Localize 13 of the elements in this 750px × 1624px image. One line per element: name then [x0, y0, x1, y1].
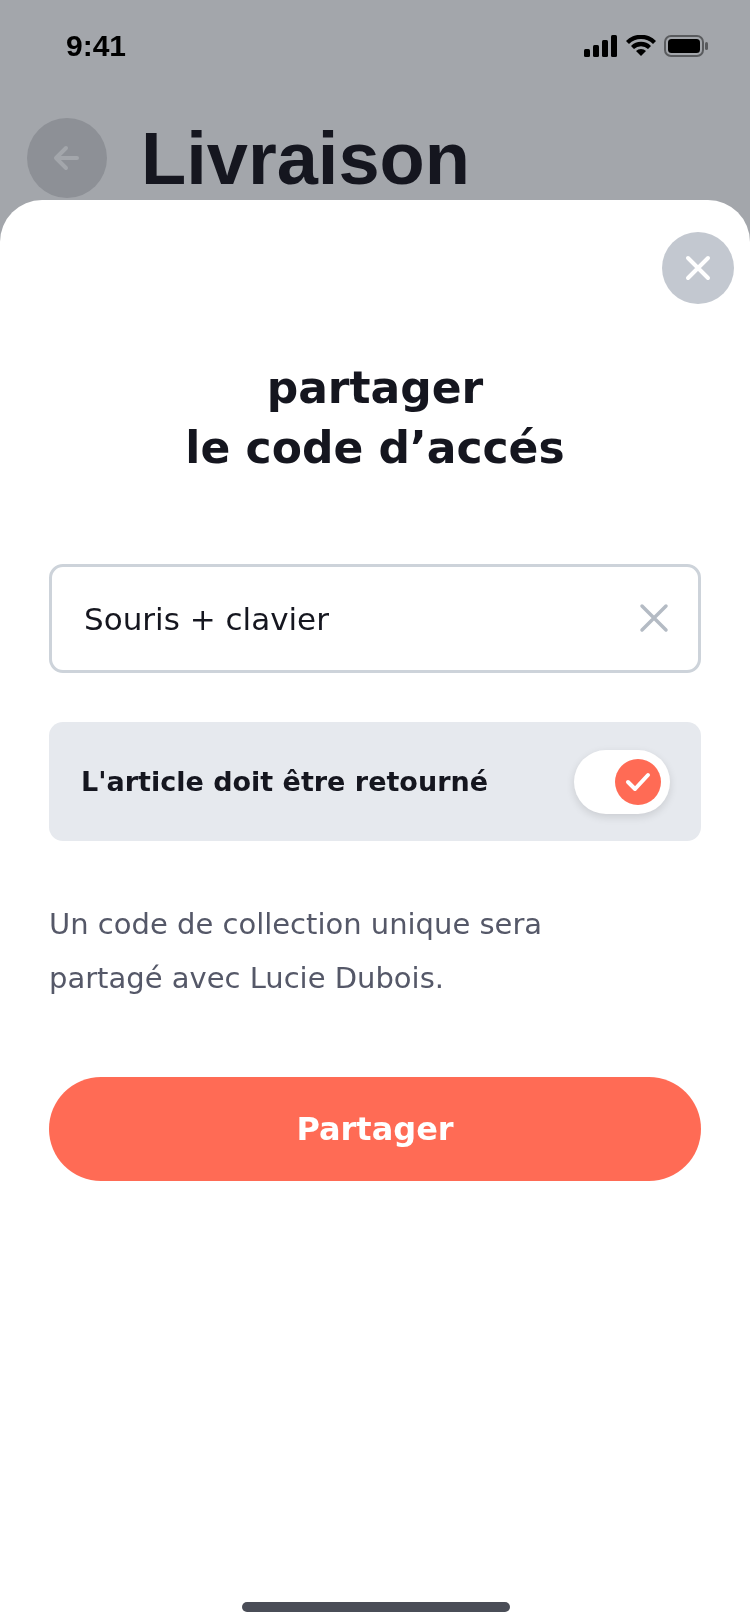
description-text: Un code de collection unique sera partagé avec Lucie Dubois. [49, 906, 544, 997]
page-title: Livraison [141, 115, 470, 201]
clear-icon[interactable] [639, 603, 669, 633]
option-label: L'article doit être retourné [81, 766, 488, 797]
battery-icon [664, 35, 708, 57]
sheet-title: partager le code d’accés [184, 361, 566, 475]
signal-icon [584, 35, 618, 57]
status-time: 9:41 [66, 29, 128, 63]
wifi-icon [626, 35, 656, 57]
check-icon [615, 758, 661, 805]
toggle-switch[interactable] [574, 749, 670, 814]
close-icon [683, 253, 713, 283]
text-field[interactable]: Souris + clavier [49, 564, 701, 673]
